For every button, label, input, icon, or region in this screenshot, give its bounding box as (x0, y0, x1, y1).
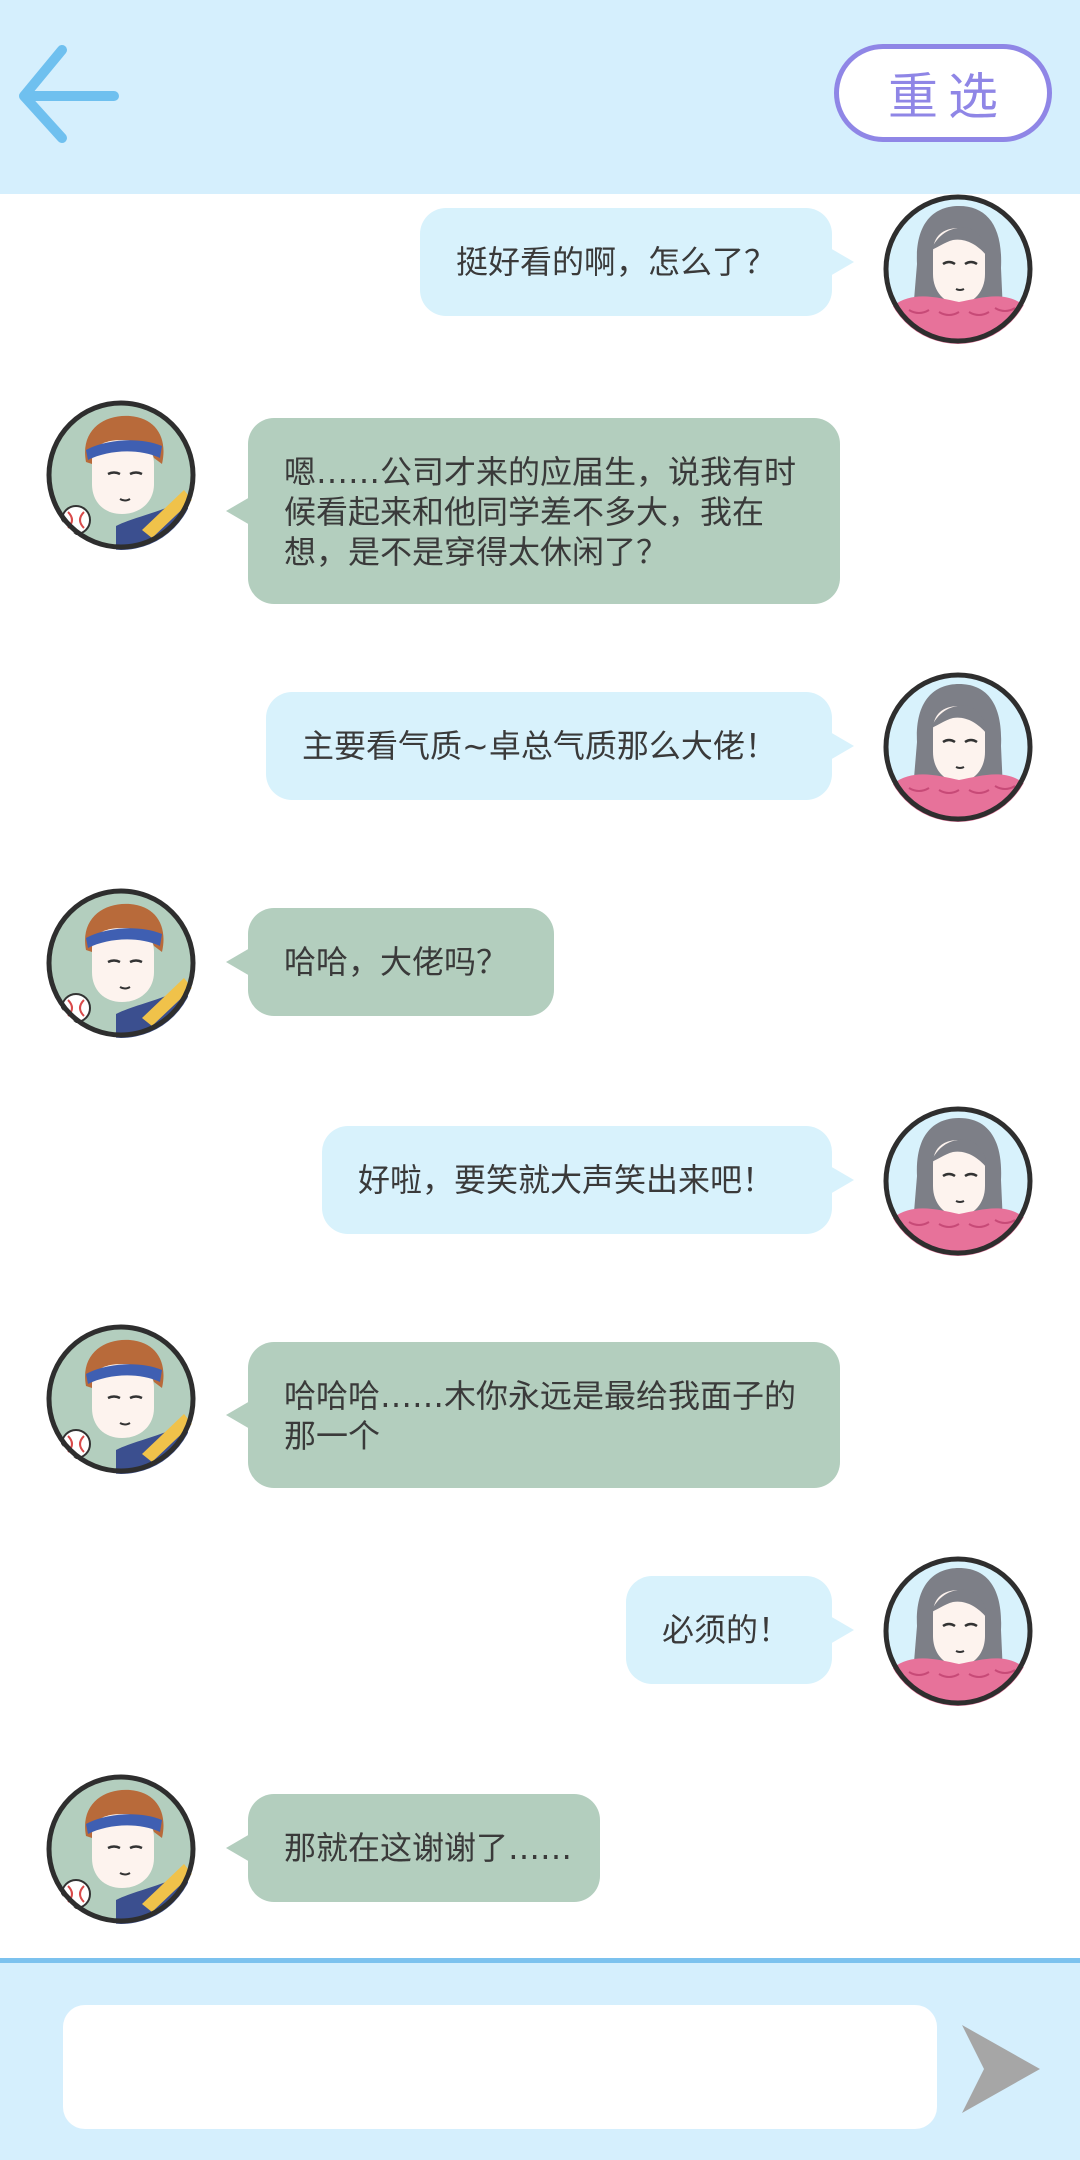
composer-bar (0, 1958, 1080, 2160)
chat-log[interactable]: 挺好看的啊，怎么了？ 嗯……公司才来的应届生，说我有时候看起来和他同学差不多大，… (0, 194, 1080, 1958)
message-text: 必须的！ (662, 1611, 791, 1649)
chat-bubble: 挺好看的啊，怎么了？ (420, 208, 854, 316)
send-button[interactable] (960, 2023, 1042, 2115)
send-icon (962, 2025, 1040, 2113)
girl-avatar (883, 1556, 1033, 1706)
chat-bubble: 必须的！ (626, 1576, 854, 1684)
girl-avatar (883, 672, 1033, 822)
boy-avatar (46, 888, 196, 1038)
boy-avatar (46, 1774, 196, 1924)
arrow-left-icon (19, 45, 119, 143)
message-text: 哈哈哈……木你永远是最给我面子的那一个 (284, 1377, 797, 1455)
chat-bubble: 好啦，要笑就大声笑出来吧！ (322, 1126, 854, 1234)
message-text: 嗯……公司才来的应届生，说我有时候看起来和他同学差不多大，我在想，是不是穿得太休… (284, 453, 797, 571)
back-button[interactable] (14, 42, 124, 146)
message-text: 那就在这谢谢了…… (284, 1829, 573, 1867)
girl-avatar (883, 1106, 1033, 1256)
top-bar: 重选 (0, 0, 1080, 194)
chat-bubble: 主要看气质~卓总气质那么大佬！ (266, 692, 854, 800)
message-input[interactable] (63, 2005, 937, 2129)
chat-bubble: 哈哈，大佬吗？ (226, 908, 554, 1016)
chat-bubble: 那就在这谢谢了…… (226, 1794, 600, 1902)
reselect-button[interactable]: 重选 (834, 44, 1052, 142)
message-text: 好啦，要笑就大声笑出来吧！ (358, 1161, 775, 1199)
message-text: 挺好看的啊，怎么了？ (456, 243, 777, 281)
chat-bubble: 哈哈哈……木你永远是最给我面子的那一个 (226, 1342, 840, 1488)
boy-avatar (46, 400, 196, 550)
message-text: 主要看气质~卓总气质那么大佬！ (302, 727, 777, 765)
message-text: 哈哈，大佬吗？ (284, 943, 509, 981)
boy-avatar (46, 1324, 196, 1474)
chat-bubble: 嗯……公司才来的应届生，说我有时候看起来和他同学差不多大，我在想，是不是穿得太休… (226, 418, 840, 604)
girl-avatar (883, 194, 1033, 344)
